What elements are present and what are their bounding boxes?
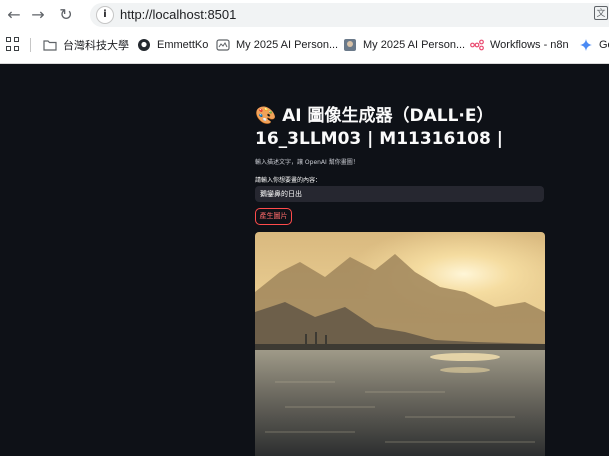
bookmark-label: Go [599, 39, 609, 51]
bookmark-item[interactable]: Workflows - n8n [470, 32, 569, 58]
generate-image-button[interactable]: 產生圖片 [255, 208, 292, 225]
palette-icon: 🎨 [255, 106, 277, 126]
translate-icon[interactable]: 文 [594, 6, 608, 20]
bookmark-label: 台灣科技大學 [63, 40, 129, 52]
page-title: 🎨 AI 圖像生成器（DALL·E） 16_3LLM03 | M11316108… [255, 105, 555, 151]
bookmark-item[interactable]: Go [579, 32, 609, 58]
generated-image [255, 232, 545, 456]
bookmark-label: My 2025 AI Person... [236, 39, 339, 51]
sunrise-image [255, 232, 545, 456]
prompt-input[interactable]: 鵝鑾鼻的日出 [255, 186, 544, 202]
bookmark-item[interactable]: EmmettKo [137, 32, 208, 58]
reload-icon[interactable]: ↻ [56, 5, 76, 25]
bookmark-item[interactable]: My 2025 AI Person... [216, 32, 338, 58]
bookmark-item[interactable]: 台灣科技大學 [43, 32, 129, 58]
gemini-icon [580, 39, 592, 51]
forward-arrow-icon[interactable]: → [28, 5, 48, 25]
bookmarks-bar: 台灣科技大學 EmmettKo My 2025 AI Person... My … [0, 32, 609, 58]
github-icon [138, 39, 150, 51]
photo-icon [344, 39, 356, 51]
prompt-input-value[interactable]: 鵝鑾鼻的日出 [260, 189, 302, 199]
bookmark-label: EmmettKo [157, 39, 209, 51]
browser-chrome: ← → ↻ i http://localhost:8501 文 台灣科技大學 E… [0, 0, 609, 64]
n8n-icon [470, 39, 484, 51]
subtitle: 輸入描述文字，讓 OpenAI 幫你畫圖！ [255, 159, 359, 166]
title-line-2: 16_3LLM03 | M11316108 | [255, 129, 503, 149]
prompt-label: 請輸入你想要畫的內容： [255, 177, 322, 184]
folder-icon [43, 40, 57, 51]
bookmark-label: My 2025 AI Person... [363, 39, 466, 51]
site-info-icon[interactable]: i [96, 6, 114, 24]
ai-person-icon [216, 39, 230, 51]
bookmark-item[interactable]: My 2025 AI Person... [343, 32, 465, 58]
back-arrow-icon[interactable]: ← [4, 5, 24, 25]
title-line-1: AI 圖像生成器（DALL·E） [282, 106, 494, 126]
address-bar[interactable]: i http://localhost:8501 [90, 3, 609, 27]
bookmark-label: Workflows - n8n [490, 39, 569, 51]
url-text[interactable]: http://localhost:8501 [120, 6, 236, 24]
